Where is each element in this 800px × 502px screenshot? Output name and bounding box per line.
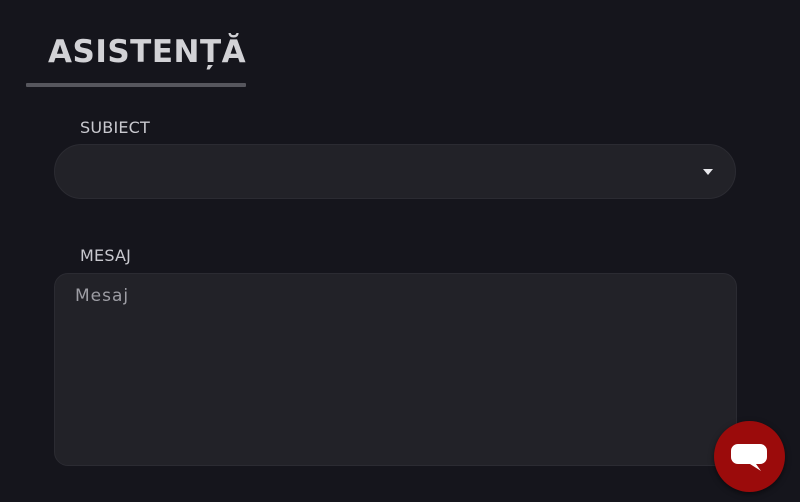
page-title: ASISTENȚĂ xyxy=(48,34,247,70)
chat-bubble-icon xyxy=(731,444,767,471)
message-textarea[interactable] xyxy=(54,273,737,466)
chevron-down-icon xyxy=(703,169,713,175)
chat-widget-button[interactable] xyxy=(714,421,785,492)
message-label: MESAJ xyxy=(80,246,132,265)
subject-label: SUBIECT xyxy=(80,118,151,137)
support-page: ASISTENȚĂ SUBIECT MESAJ xyxy=(0,0,800,502)
title-underline xyxy=(26,83,246,87)
subject-select[interactable] xyxy=(54,144,736,199)
